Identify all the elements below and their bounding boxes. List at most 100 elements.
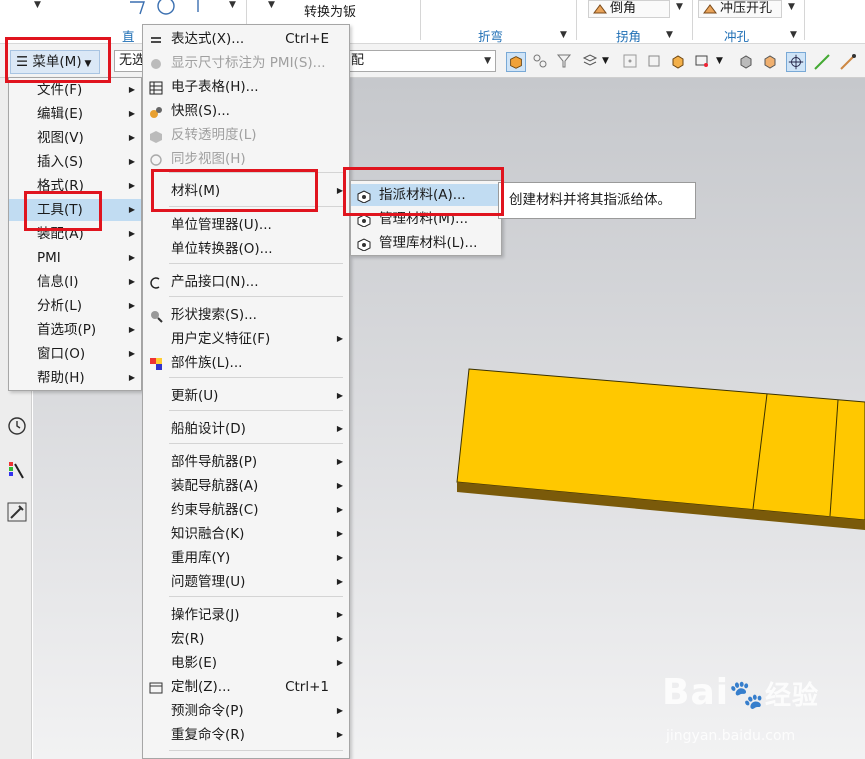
shortcut-label: Ctrl+E (285, 31, 329, 47)
main-menu-item-edit[interactable]: 编辑(E) ▶ (9, 103, 141, 125)
punch-hole-button[interactable]: 冲压开孔 (698, 0, 782, 18)
menu-separator (169, 263, 343, 264)
main-menu-item-preferences[interactable]: 首选项(P) ▶ (9, 319, 141, 341)
main-menu-item-view[interactable]: 视图(V) ▶ (9, 127, 141, 149)
filter-icon[interactable] (556, 53, 572, 69)
movie-item[interactable]: 电影(E) ▶ (143, 652, 349, 674)
main-menu-item-assembly[interactable]: 装配(A) ▶ (9, 223, 141, 245)
journal-item[interactable]: 操作记录(J) ▶ (143, 604, 349, 626)
expression-item[interactable]: 表达式(X)... Ctrl+E (143, 28, 349, 50)
manage-material-item[interactable]: 管理材料(M)... (351, 208, 499, 230)
submenu-arrow-icon: ▶ (336, 457, 343, 466)
menu-item-label: 格式(R) (37, 178, 84, 194)
issue-management-item[interactable]: 问题管理(U) ▶ (143, 571, 349, 593)
convert-to-sheet-button[interactable]: 转换为钣 (304, 1, 356, 20)
ribbon: ▼ ▼ ▼ 转换为钣 倒角 ▼ 冲压开孔 ▼ 直 折弯 拐角 冲孔 ▼ ▼ ▼ (0, 0, 865, 44)
main-menu-item-help[interactable]: 帮助(H) ▶ (9, 367, 141, 389)
unit-manager-item[interactable]: 单位管理器(U)... (143, 214, 349, 236)
submenu-arrow-icon: ▶ (128, 301, 135, 310)
assembly-navigator-item[interactable]: 装配导航器(A) ▶ (143, 475, 349, 497)
ribbon-dropdown-arrow-3[interactable]: ▼ (268, 0, 275, 10)
shaded-cube-icon[interactable] (738, 53, 754, 69)
main-menu-item-window[interactable]: 窗口(O) ▶ (9, 343, 141, 365)
layer-dropdown-arrow[interactable]: ▼ (602, 56, 609, 66)
knowledge-fusion-item[interactable]: 知识融合(K) ▶ (143, 523, 349, 545)
shape-search-item[interactable]: 形状搜索(S)... (143, 304, 349, 326)
crosshair-icon[interactable] (786, 52, 806, 72)
main-menu-item-insert[interactable]: 插入(S) ▶ (9, 151, 141, 173)
menu-button[interactable]: ☰ 菜单(M) ▼ (10, 50, 100, 74)
submenu-arrow-icon: ▶ (336, 553, 343, 562)
chamfer-dropdown-arrow[interactable]: ▼ (676, 2, 683, 12)
predict-command-item[interactable]: 预测命令(P) ▶ (143, 700, 349, 722)
menu-separator (169, 596, 343, 597)
repeat-command-item[interactable]: 重复命令(R) ▶ (143, 724, 349, 746)
sync-view-icon (149, 152, 163, 166)
material-submenu: 指派材料(A)... 管理材料(M)... 管理库材料(L)... (350, 180, 502, 256)
product-interface-item[interactable]: 产品接口(N)... (143, 271, 349, 293)
group-expand-arrow-2[interactable]: ▼ (666, 30, 673, 40)
palette-icon[interactable] (7, 460, 27, 480)
material-item[interactable]: 材料(M) ▶ (143, 180, 349, 202)
punch-dropdown-arrow[interactable]: ▼ (788, 2, 795, 12)
assembly-filter-combo[interactable]: 配 ▼ (346, 50, 496, 72)
menu-item-label: 产品接口(N)... (171, 274, 259, 290)
snap-point-icon[interactable] (694, 53, 710, 69)
submenu-arrow-icon: ▶ (128, 205, 135, 214)
update-item[interactable]: 更新(U) ▶ (143, 385, 349, 407)
snap-solid-icon[interactable] (670, 53, 686, 69)
group-label-corner: 拐角 (616, 29, 642, 44)
menu-item-label: 插入(S) (37, 154, 84, 170)
main-menu-item-analysis[interactable]: 分析(L) ▶ (9, 295, 141, 317)
menu-item-label: 指派材料(A)... (379, 187, 466, 203)
user-defined-feature-item[interactable]: 用户定义特征(F) ▶ (143, 328, 349, 350)
spreadsheet-item[interactable]: 电子表格(H)... (143, 76, 349, 98)
manage-library-material-item[interactable]: 管理库材料(L)... (351, 232, 499, 254)
assign-material-item[interactable]: 指派材料(A)... (351, 184, 499, 206)
snap-dropdown-arrow[interactable]: ▼ (716, 56, 723, 66)
select-feature-icon[interactable] (532, 53, 548, 69)
manage-library-material-icon (357, 236, 371, 252)
main-menu-item-tools[interactable]: 工具(T) ▶ (9, 199, 141, 221)
menu-item-label: 电子表格(H)... (171, 79, 259, 95)
punch-hole-icon (703, 4, 717, 14)
select-body-icon[interactable] (506, 52, 526, 72)
main-menu-item-info[interactable]: 信息(I) ▶ (9, 271, 141, 293)
main-menu-item-pmi[interactable]: PMI ▶ (9, 247, 141, 269)
edge-cube-icon[interactable] (762, 53, 778, 69)
history-clock-icon[interactable] (7, 416, 27, 436)
chamfer-button[interactable]: 倒角 (588, 0, 670, 18)
snapshot-item[interactable]: 快照(S)... (143, 100, 349, 122)
menu-item-label: 文件(F) (37, 82, 83, 98)
line-tool-icon[interactable] (812, 52, 832, 72)
group-expand-arrow[interactable]: ▼ (560, 30, 567, 40)
reuse-library-item[interactable]: 重用库(Y) ▶ (143, 547, 349, 569)
snap-grid-icon[interactable] (622, 53, 638, 69)
snap-face-icon[interactable] (646, 53, 662, 69)
ship-design-item[interactable]: 船舶设计(D) ▶ (143, 418, 349, 440)
main-menu-item-file[interactable]: 文件(F) ▶ (9, 79, 141, 101)
ribbon-dropdown-arrow-2[interactable]: ▼ (229, 0, 236, 10)
pencil-icon[interactable] (838, 52, 858, 72)
main-menu-item-format[interactable]: 格式(R) ▶ (9, 175, 141, 197)
customize-item[interactable]: 定制(Z)... Ctrl+1 (143, 676, 349, 698)
ribbon-dropdown-arrow[interactable]: ▼ (34, 0, 41, 10)
unit-converter-item[interactable]: 单位转换器(O)... (143, 238, 349, 260)
sync-view-item[interactable]: 同步视图(H) (143, 148, 349, 170)
submenu-arrow-icon: ▶ (336, 529, 343, 538)
constraint-navigator-item[interactable]: 约束导航器(C) ▶ (143, 499, 349, 521)
part-family-item[interactable]: 部件族(L)... (143, 352, 349, 374)
menu-item-label: 显示尺寸标注为 PMI(S)... (171, 55, 326, 71)
macro-item[interactable]: 宏(R) ▶ (143, 628, 349, 650)
part-navigator-item[interactable]: 部件导航器(P) ▶ (143, 451, 349, 473)
assign-material-icon (357, 188, 371, 204)
submenu-arrow-icon: ▶ (128, 373, 135, 382)
reverse-transparency-item[interactable]: 反转透明度(L) (143, 124, 349, 146)
tools-icon[interactable] (7, 502, 27, 522)
menu-separator (169, 410, 343, 411)
group-expand-arrow-3[interactable]: ▼ (790, 30, 797, 40)
menu-item-label: 问题管理(U) (171, 574, 246, 590)
show-dims-pmi-item[interactable]: 显示尺寸标注为 PMI(S)... (143, 52, 349, 74)
ribbon-shape-icon[interactable] (128, 0, 216, 16)
layer-icon[interactable] (582, 53, 598, 69)
